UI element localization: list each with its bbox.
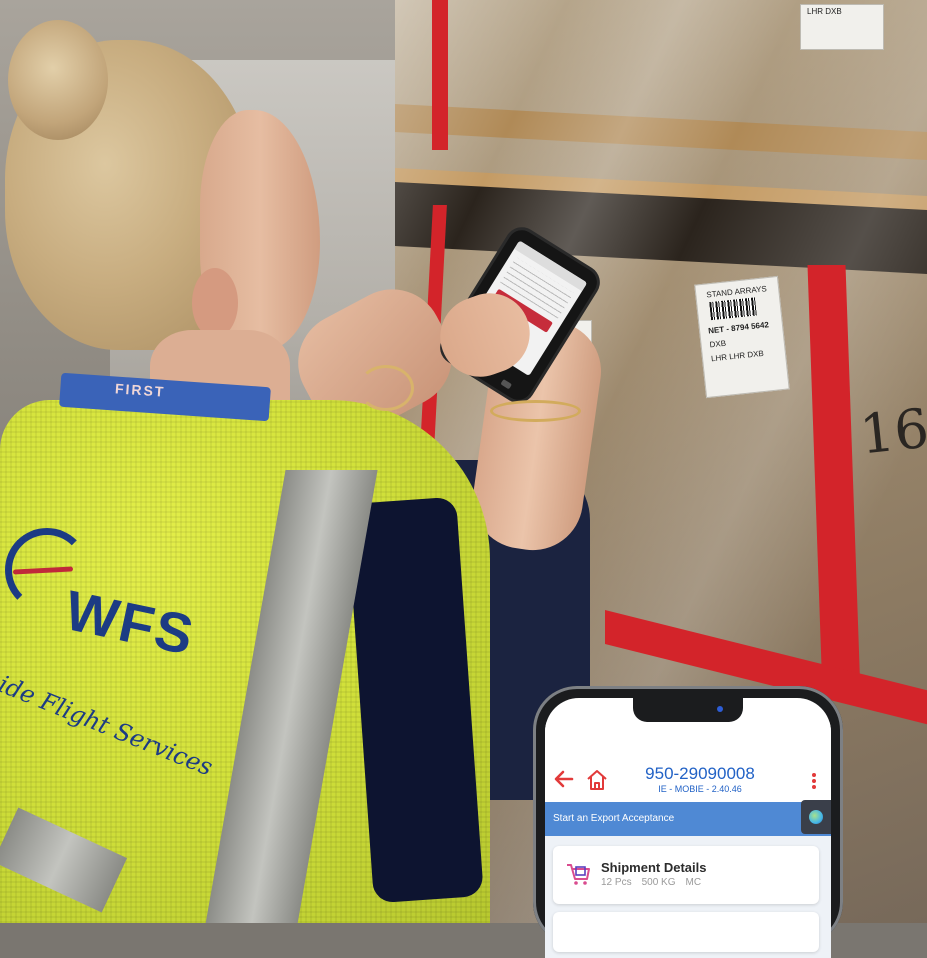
card-title: Shipment Details	[601, 860, 707, 875]
label-line: NET - 8794 5642	[707, 320, 770, 336]
camera-dot	[717, 706, 723, 712]
piece-count: 12 Pcs	[601, 877, 632, 888]
section-title: Start an Export Acceptance	[553, 813, 675, 824]
more-menu-button[interactable]	[807, 768, 821, 794]
weight: 500 KG	[641, 877, 676, 888]
shipment-code: MC	[685, 877, 702, 888]
home-button[interactable]	[585, 768, 609, 792]
app-version: IE - MOBIE - 2.40.46	[658, 784, 742, 794]
red-strap	[432, 0, 448, 150]
scanner-key	[500, 379, 513, 390]
arrow-left-icon	[554, 770, 574, 788]
shipment-details-card[interactable]: Shipment Details 12 Pcs 500 KG MC	[553, 846, 819, 904]
smartphone: 950-29090008 IE - MOBIE - 2.40.46 Start …	[533, 686, 843, 958]
worker-ear	[192, 268, 238, 338]
shipping-label-top: LHR DXB	[800, 4, 884, 50]
label-line: STAND ARRAYS	[705, 284, 768, 300]
phone-screen: 950-29090008 IE - MOBIE - 2.40.46 Start …	[545, 698, 831, 958]
barcode	[709, 297, 757, 321]
home-icon	[587, 770, 607, 790]
phone-notch	[633, 698, 743, 722]
card-subtitle: 12 Pcs 500 KG MC	[601, 877, 711, 888]
label-line: LHR LHR DXB	[710, 348, 765, 364]
app-header: 950-29090008 IE - MOBIE - 2.40.46	[545, 758, 831, 803]
next-card[interactable]	[553, 912, 819, 952]
shipping-label: STAND ARRAYS NET - 8794 5642 DXB LHR LHR…	[694, 275, 790, 399]
back-button[interactable]	[553, 768, 575, 790]
globe-icon	[809, 810, 823, 824]
label-line: LHR DXB	[807, 7, 842, 16]
bangle	[358, 365, 414, 411]
worker-hair-bun	[8, 20, 108, 140]
bracelet	[490, 400, 581, 422]
content-area: Shipment Details 12 Pcs 500 KG MC	[545, 836, 831, 958]
section-header: Start an Export Acceptance	[545, 802, 831, 836]
status-bar	[545, 722, 831, 758]
cart-icon	[567, 864, 590, 885]
awb-number: 950-29090008	[645, 764, 755, 783]
assistant-button[interactable]	[801, 800, 831, 834]
more-vertical-icon	[807, 773, 821, 789]
lanyard-text: FIRST	[114, 380, 166, 400]
label-line: DXB	[709, 338, 727, 350]
box-handwriting: 16	[856, 396, 927, 467]
